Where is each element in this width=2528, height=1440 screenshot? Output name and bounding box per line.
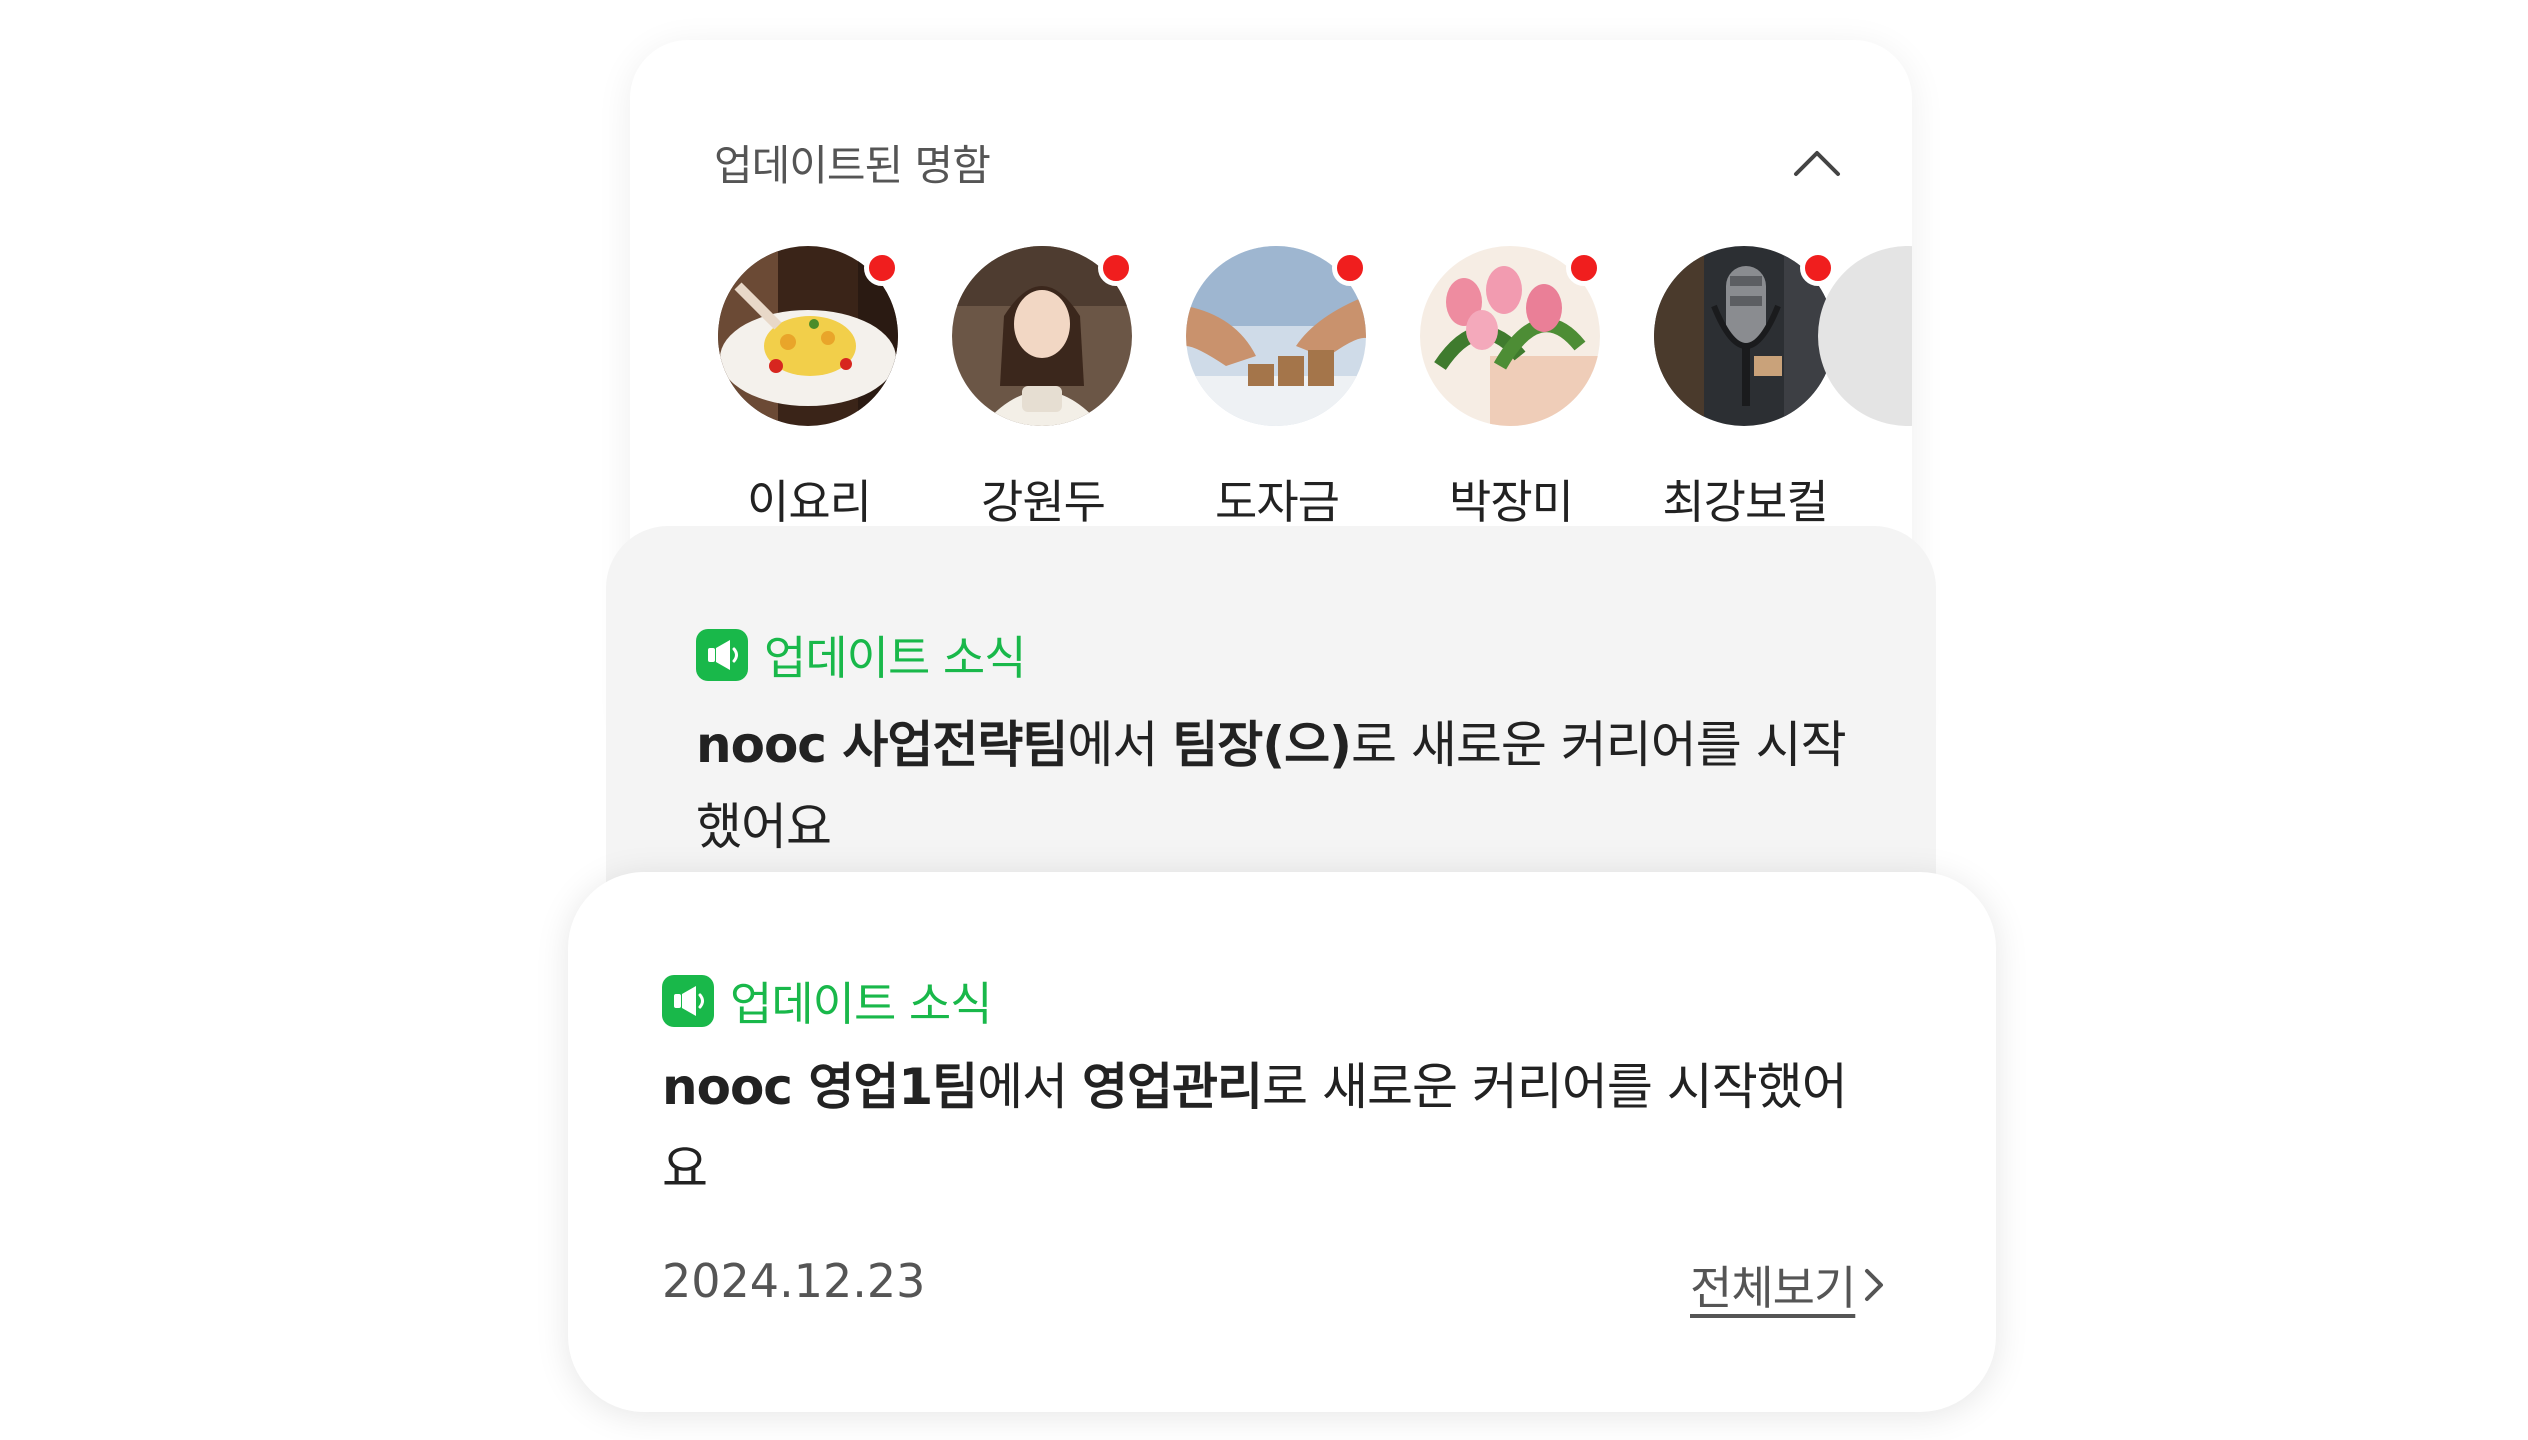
news-text-part: 로 새로운 커리어를 시작했어 bbox=[1262, 1058, 1848, 1116]
news-role: 영업관리 bbox=[1082, 1058, 1263, 1116]
person-card[interactable]: 이요리 bbox=[714, 246, 914, 529]
chevron-up-icon bbox=[1794, 151, 1840, 176]
news-text-part: 에서 bbox=[977, 1058, 1083, 1116]
megaphone-icon bbox=[662, 975, 714, 1027]
new-update-dot bbox=[1800, 250, 1836, 286]
news-company: nooc 영업1팀 bbox=[662, 1058, 978, 1116]
news-text-part: 요 bbox=[662, 1140, 708, 1198]
person-card[interactable]: 도자금 bbox=[1182, 246, 1382, 529]
people-carousel[interactable]: 이요리 강원두 도자금 박장미 최강보컬 bbox=[714, 246, 1912, 529]
person-card[interactable]: 강원두 bbox=[948, 246, 1148, 529]
collapse-button[interactable] bbox=[1782, 130, 1852, 200]
news-label-text: 업데이트 소식 bbox=[730, 977, 993, 1031]
news-company: nooc 사업전략팀 bbox=[696, 716, 1068, 774]
new-update-dot bbox=[864, 250, 900, 286]
news-date: 2024.12.23 bbox=[662, 1254, 926, 1308]
new-update-dot bbox=[1332, 250, 1368, 286]
news-label-text: 업데이트 소식 bbox=[764, 631, 1027, 685]
new-update-dot bbox=[1098, 250, 1134, 286]
person-card[interactable]: 박장미 bbox=[1416, 246, 1616, 529]
view-all-link[interactable]: 전체보기 bbox=[1690, 1252, 1889, 1318]
person-card[interactable]: 최강보컬 bbox=[1650, 246, 1850, 529]
panel-title: 업데이트된 명함 bbox=[714, 141, 991, 190]
news-text-part: 했어요 bbox=[696, 798, 832, 856]
update-news-label: 업데이트 소식 bbox=[696, 622, 1027, 688]
chevron-right-icon bbox=[1865, 1269, 1884, 1301]
news-text-part: 에서 bbox=[1067, 716, 1173, 774]
person-name: 강원두 bbox=[981, 475, 1106, 529]
person-name: 최강보컬 bbox=[1662, 475, 1828, 529]
person-name: 박장미 bbox=[1449, 475, 1574, 529]
news-message: nooc 영업1팀에서 영업관리로 새로운 커리어를 시작했어요 bbox=[662, 1046, 1962, 1210]
person-name: 도자금 bbox=[1215, 475, 1340, 529]
news-role: 팀장(으) bbox=[1172, 716, 1352, 774]
megaphone-icon bbox=[696, 629, 748, 681]
update-news-label: 업데이트 소식 bbox=[662, 968, 993, 1034]
news-text-part: 로 새로운 커리어를 시작 bbox=[1350, 716, 1847, 774]
news-message: nooc 사업전략팀에서 팀장(으)로 새로운 커리어를 시작했어요 bbox=[696, 704, 1876, 868]
view-all-label: 전체보기 bbox=[1690, 1261, 1856, 1315]
update-news-card[interactable]: 업데이트 소식 nooc 영업1팀에서 영업관리로 새로운 커리어를 시작했어요… bbox=[568, 872, 1996, 1412]
person-name: 이요리 bbox=[747, 475, 872, 529]
new-update-dot bbox=[1566, 250, 1602, 286]
